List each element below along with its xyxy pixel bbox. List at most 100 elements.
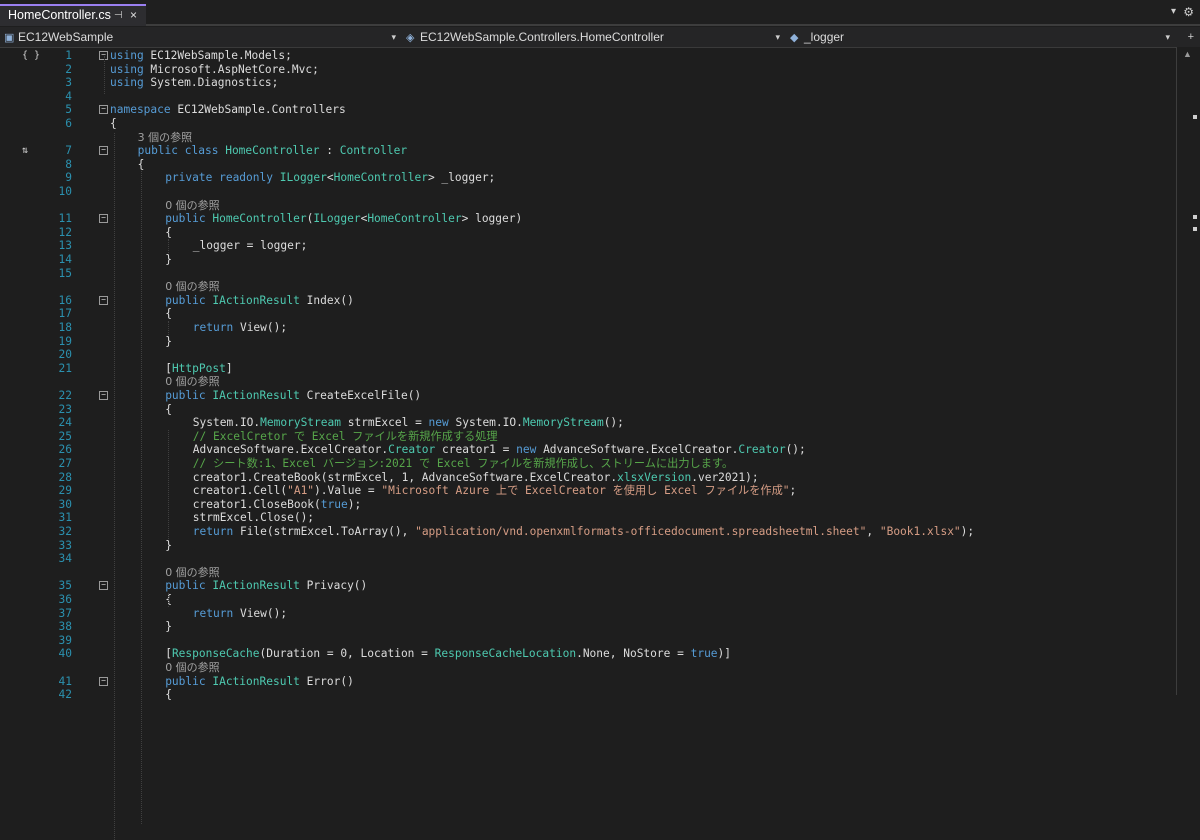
- code-line: 2 using Microsoft.AspNetCore.Mvc;: [0, 63, 1176, 77]
- code-token: HomeController: [333, 171, 428, 185]
- code-token: Index(): [299, 293, 354, 307]
- gear-icon[interactable]: ⚙: [1183, 5, 1194, 19]
- tab-title: HomeController.cs: [8, 8, 111, 22]
- code-line: 37 return View();: [0, 607, 1176, 621]
- collapse-icon[interactable]: −: [99, 105, 108, 115]
- navigation-bar: ▣ EC12WebSample ▾ ◈ EC12WebSample.Controll…: [0, 27, 1200, 48]
- collapse-icon[interactable]: −: [99, 391, 108, 400]
- code-line: 32 return File(strmExcel.ToArray(), "appl…: [0, 525, 1176, 539]
- code-editor[interactable]: { } 1− using EC12WebSample.Models; 2 using M…: [0, 47, 1200, 840]
- reference-count-line[interactable]: 0 個の参照: [0, 199, 1176, 213]
- code-token: .None, NoStore =: [576, 647, 691, 661]
- type-dropdown[interactable]: ◈ EC12WebSample.Controllers.HomeControlle…: [406, 27, 784, 47]
- code-line: 26 AdvanceSoftware.ExcelCreator.Creator c…: [0, 443, 1176, 457]
- code-line: 15: [0, 267, 1176, 281]
- tab-home-controller[interactable]: HomeController.cs ⊣ ×: [0, 4, 146, 26]
- code-line: 19}: [0, 335, 1176, 349]
- code-token: {: [165, 307, 172, 321]
- collapse-icon[interactable]: −: [99, 146, 108, 156]
- code-token: View();: [233, 321, 288, 334]
- code-line: 34: [0, 552, 1176, 566]
- code-text: }: [165, 335, 172, 349]
- code-line: 4: [0, 90, 1176, 104]
- line-number: 11: [58, 212, 72, 226]
- line-number: 18: [58, 321, 72, 334]
- close-icon[interactable]: ×: [130, 6, 137, 25]
- scroll-up-icon[interactable]: ▲: [1183, 49, 1192, 59]
- project-dropdown[interactable]: ▣ EC12WebSample ▾: [4, 27, 400, 47]
- line-number: 22: [58, 389, 72, 402]
- code-token: return: [192, 321, 234, 334]
- reference-count-line[interactable]: 0 個の参照: [0, 280, 1176, 294]
- code-text: }: [165, 539, 172, 553]
- line-number: 33: [58, 538, 72, 552]
- code-line: 11 − public HomeController(ILogger<HomeCon…: [0, 212, 1176, 226]
- code-token: 0 個の参照: [165, 198, 220, 212]
- indent-guide: [168, 429, 169, 539]
- code-token: // シート数:1、Excel バージョン:2021 で Excel ファイルを…: [192, 457, 734, 470]
- reference-count-line[interactable]: 0 個の参照: [0, 566, 1176, 580]
- member-dropdown[interactable]: ◆ _logger ▾: [790, 27, 1174, 47]
- line-number: 8: [65, 157, 72, 171]
- line-number: 10: [58, 185, 72, 198]
- split-plus-icon[interactable]: +: [1188, 27, 1194, 47]
- collapse-icon[interactable]: −: [99, 676, 108, 686]
- vertical-scrollbar[interactable]: ▲: [1176, 47, 1200, 695]
- reference-count-line[interactable]: 0 個の参照: [0, 375, 1176, 389]
- code-token: }: [165, 253, 172, 266]
- code-text: 0 個の参照: [165, 375, 220, 389]
- code-token: <: [326, 171, 334, 185]
- code-line: 39: [0, 634, 1176, 648]
- collapse-icon[interactable]: −: [99, 214, 108, 224]
- code-token: Controller: [339, 144, 408, 158]
- code-token: public: [137, 144, 179, 158]
- code-line: 20: [0, 348, 1176, 362]
- code-token: Creator: [388, 443, 436, 457]
- code-token: creator1.Cell(: [192, 484, 288, 498]
- collapse-icon[interactable]: −: [99, 581, 108, 591]
- code-token: public: [165, 293, 206, 307]
- reference-count-line[interactable]: 0 個の参照: [0, 661, 1176, 675]
- code-token: EC12WebSample.Controllers: [170, 103, 346, 117]
- indent-guide: [168, 321, 169, 335]
- code-line: 22 − public IActionResult CreateExcelFile(…: [0, 389, 1176, 403]
- line-number: 37: [58, 606, 72, 620]
- code-text: private readonly ILogger<HomeController>…: [165, 171, 495, 185]
- indent-guide: [168, 593, 169, 607]
- code-token: HomeController: [225, 144, 320, 158]
- reference-count-line[interactable]: 3 個の参照: [0, 131, 1176, 145]
- code-token: System.IO.: [448, 416, 523, 430]
- scroll-marker: [1193, 215, 1197, 219]
- code-text: AdvanceSoftware.ExcelCreator.Creator cre…: [193, 443, 806, 457]
- code-token: "application/vnd.openxmlformats-officedo…: [415, 525, 867, 538]
- editor-top-border: [110, 47, 1175, 48]
- indent-guide: [141, 171, 142, 825]
- collapse-icon[interactable]: −: [99, 295, 108, 305]
- code-token: ]: [225, 361, 233, 375]
- code-text: {: [165, 307, 172, 321]
- line-number: 4: [65, 89, 72, 103]
- code-token: {: [165, 402, 172, 416]
- code-token: readonly: [219, 171, 273, 185]
- line-number: 40: [58, 647, 72, 661]
- line-number: 6: [65, 117, 72, 130]
- tab-list-dropdown-icon[interactable]: ▾: [1171, 6, 1176, 17]
- code-token: EC12WebSample.Models;: [143, 49, 292, 62]
- line-number: 26: [58, 443, 72, 457]
- code-token: [: [165, 647, 172, 661]
- class-icon: ◈: [406, 32, 415, 44]
- code-token: ();: [785, 443, 806, 457]
- pin-icon[interactable]: ⊣: [114, 6, 123, 25]
- code-line: 14}: [0, 253, 1176, 267]
- code-token: {: [137, 157, 145, 171]
- scroll-marker: [1193, 227, 1197, 231]
- line-number: 31: [58, 511, 72, 525]
- code-token: View();: [233, 606, 288, 620]
- class-symbol-icon: ⇅: [22, 145, 29, 157]
- code-token: IActionResult: [212, 389, 300, 402]
- code-line: 30 creator1.CloseBook(true);: [0, 498, 1176, 512]
- code-text: creator1.CloseBook(true);: [193, 498, 361, 512]
- code-text: System.IO.MemoryStream strmExcel = new S…: [193, 416, 624, 430]
- code-token: ResponseCache: [171, 647, 260, 661]
- code-token: );: [347, 497, 362, 511]
